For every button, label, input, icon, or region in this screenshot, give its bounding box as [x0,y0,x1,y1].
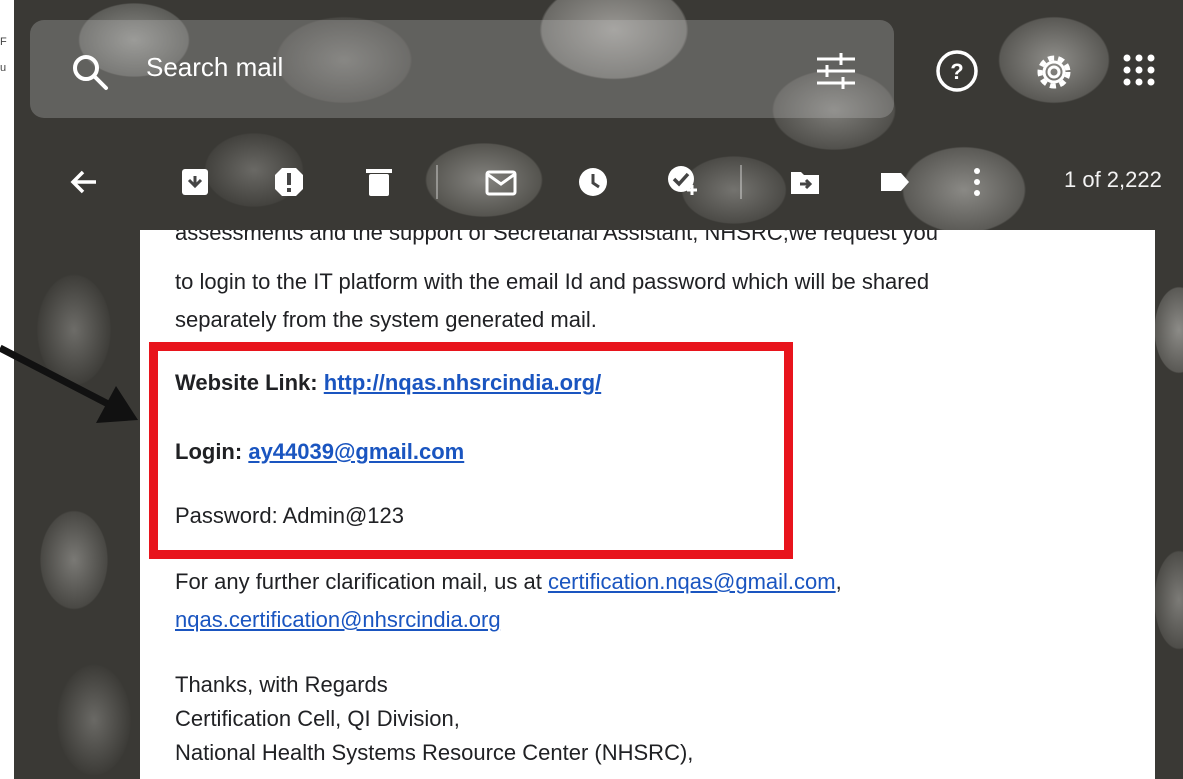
fragment-letter: u [0,62,7,74]
apps-icon[interactable] [1121,52,1157,88]
search-icon[interactable] [68,50,112,94]
website-link[interactable]: http://nqas.nhsrcindia.org/ [324,370,601,395]
archive-icon[interactable] [178,165,212,199]
website-line: Website Link: http://nqas.nhsrcindia.org… [175,370,601,396]
more-vert-icon[interactable] [960,165,994,199]
signoff-line: National Health Systems Resource Center … [175,740,694,765]
clarification-line: For any further clarification mail, us a… [175,569,842,595]
move-to-icon[interactable] [788,165,822,199]
clarification-email-link[interactable]: certification.nqas@gmail.com [548,569,836,594]
login-line: Login: ay44039@gmail.com [175,439,464,465]
website-label: Website Link: [175,370,318,395]
settings-icon[interactable] [1030,48,1078,96]
back-icon[interactable] [68,165,102,199]
label-icon[interactable] [878,165,912,199]
clarification-line-2: nqas.certification@nhsrcindia.org [175,607,501,633]
signoff-line: Thanks, with Regards [175,672,388,697]
login-label: Login: [175,439,243,464]
add-task-icon[interactable] [666,163,700,197]
help-icon[interactable]: ? [934,48,980,94]
fragment-letter: F [0,36,7,48]
svg-text:?: ? [950,59,963,84]
snooze-icon[interactable] [576,165,610,199]
clarification-email-link[interactable]: nqas.certification@nhsrcindia.org [175,607,501,632]
email-body-line: to login to the IT platform with the ema… [175,269,930,294]
clarification-separator: , [835,569,842,594]
mark-unread-icon[interactable] [484,165,518,199]
password-line: Password: Admin@123 [175,503,405,528]
pagination-count: 1 of 2,222 [1064,167,1162,192]
report-spam-icon[interactable] [272,165,306,199]
toolbar-divider [436,165,438,199]
clarification-text: For any further clarification mail, us a… [175,569,542,594]
login-email-link[interactable]: ay44039@gmail.com [248,439,464,464]
delete-icon[interactable] [362,165,396,199]
search-input[interactable]: Search mail [146,52,283,83]
email-body-line: separately from the system generated mai… [175,307,597,332]
annotation-arrow [0,344,138,423]
signoff-line: Certification Cell, QI Division, [175,706,460,731]
tune-icon[interactable] [813,51,859,91]
toolbar-divider [740,165,742,199]
